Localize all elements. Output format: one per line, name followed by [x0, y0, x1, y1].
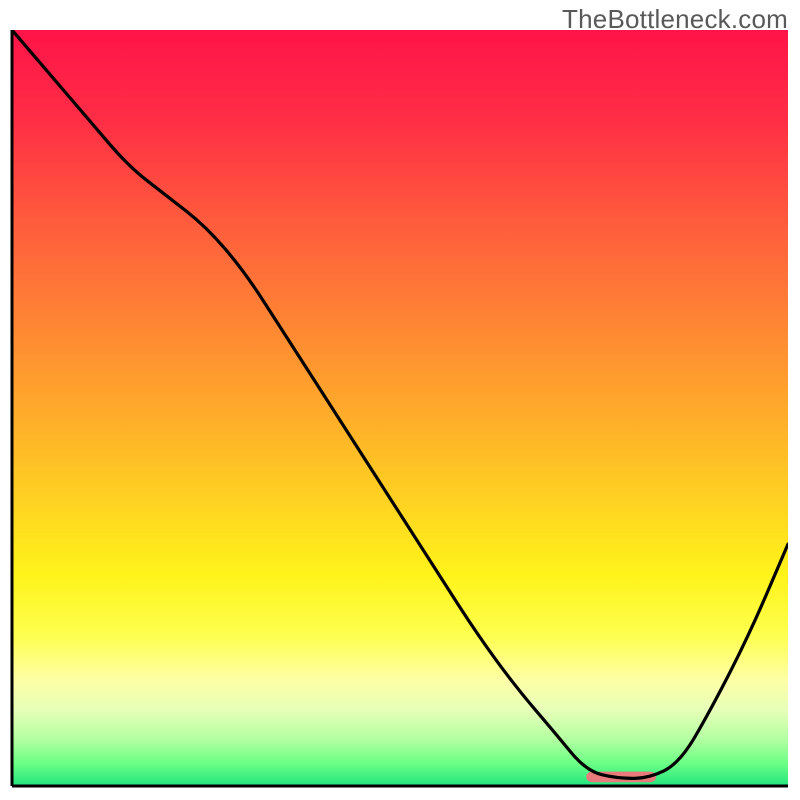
watermark-text: TheBottleneck.com — [562, 4, 788, 35]
plot-area — [12, 30, 788, 786]
chart-frame: TheBottleneck.com — [0, 0, 800, 800]
gradient-background — [12, 30, 788, 786]
bottleneck-chart — [0, 0, 800, 800]
